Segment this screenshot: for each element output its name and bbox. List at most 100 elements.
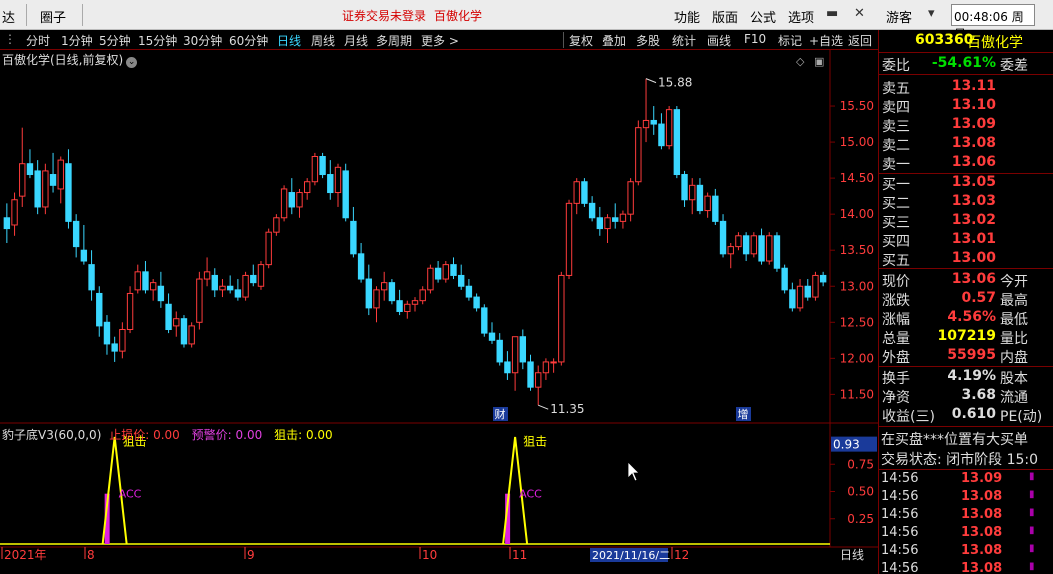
chevron-down-icon[interactable]: ⌄ [126, 57, 138, 68]
minimize-icon[interactable]: ▬ [826, 6, 838, 21]
candle[interactable] [781, 264, 788, 294]
candle[interactable] [42, 163, 49, 215]
candle[interactable] [342, 163, 349, 222]
diamond-icon[interactable]: ◇ [796, 55, 805, 68]
stock-name: 百傲化学 [967, 35, 1023, 51]
bid-level-row[interactable]: 买二 13.03 [879, 193, 1053, 212]
settings-icon[interactable]: ▣ [814, 55, 824, 68]
candle[interactable] [126, 286, 134, 334]
ask-level-row[interactable]: 卖四 13.10 [879, 97, 1053, 116]
candle[interactable] [188, 322, 195, 348]
back-button[interactable]: 返回 [848, 32, 872, 49]
indicator-name[interactable]: 豹子底V3(60,0,0) [2, 428, 101, 442]
candle-body [789, 289, 796, 309]
multi-stock-button[interactable]: 多股 [636, 32, 660, 49]
clock: 00:48:06 周日 [951, 4, 1035, 41]
candle[interactable] [319, 152, 326, 179]
tab-period-60min[interactable]: 60分钟 [229, 32, 268, 49]
candle[interactable] [558, 271, 565, 366]
big-order-message[interactable]: 在买盘***位置有大买单 [881, 429, 1053, 447]
candle[interactable] [766, 232, 773, 265]
candle[interactable] [311, 152, 319, 186]
candle[interactable] [427, 264, 434, 294]
stat-row: 涨幅 4.56% 最低 [879, 309, 1053, 328]
bid-level-row[interactable]: 买四 13.01 [879, 231, 1053, 250]
mark-button[interactable]: 标记 [778, 32, 802, 49]
menu-layout[interactable]: 版面 [712, 7, 738, 26]
divider [563, 32, 564, 48]
candle[interactable] [581, 178, 588, 207]
tab-period-30min[interactable]: 30分钟 [183, 32, 222, 49]
tab-period-weekly[interactable]: 周线 [311, 32, 335, 49]
candle-body [203, 271, 211, 280]
tab-period-daily[interactable]: 日线 [277, 32, 301, 49]
statistics-button[interactable]: 统计 [672, 32, 696, 49]
ask-level-row[interactable]: 卖二 13.08 [879, 135, 1053, 154]
user-label[interactable]: 游客 [886, 7, 912, 26]
candle[interactable] [812, 271, 819, 301]
candle[interactable] [773, 232, 781, 272]
adjust-button[interactable]: 复权 [569, 32, 593, 49]
tab-period-multi[interactable]: 多周期 [376, 32, 412, 49]
tab-period-timeshare[interactable]: 分时 [26, 32, 50, 49]
ask-level-row[interactable]: 卖五 13.11 [879, 78, 1053, 97]
bid-level-row[interactable]: 买三 13.02 [879, 212, 1053, 231]
bid-level-row[interactable]: 买五 13.00 [879, 250, 1053, 269]
candle-body [766, 235, 773, 262]
candle[interactable] [265, 228, 272, 269]
candle-body [696, 184, 704, 212]
candle-body [735, 235, 742, 248]
candle-body [311, 156, 319, 183]
bid-level-row[interactable]: 买一 13.05 [879, 174, 1053, 193]
ask-level-row[interactable]: 卖一 13.06 [879, 154, 1053, 173]
candle[interactable] [442, 261, 449, 283]
candle[interactable] [665, 106, 673, 150]
finance-label: 换手 [882, 371, 910, 387]
menu-formula[interactable]: 公式 [750, 7, 776, 26]
overlay-button[interactable]: 叠加 [602, 32, 626, 49]
menu-function[interactable]: 功能 [674, 7, 700, 26]
candle[interactable] [180, 315, 188, 348]
candle-body [211, 274, 218, 291]
f10-button[interactable]: F10 [744, 32, 766, 46]
candle[interactable] [565, 199, 573, 280]
ask-level-row[interactable]: 卖三 13.09 [879, 116, 1053, 135]
candle[interactable] [388, 279, 396, 305]
circle-menu[interactable]: 圈子 [40, 7, 66, 26]
divider [82, 4, 83, 26]
tab-period-15min[interactable]: 15分钟 [138, 32, 177, 49]
date-tick-label: 8 [87, 548, 95, 562]
tab-period-more[interactable]: 更多 > [421, 32, 459, 49]
candle[interactable] [273, 214, 280, 236]
kline-chart[interactable]: 15.50 15.00 14.50 14.00 13.50 13.00 12.50 12.00… [0, 50, 878, 574]
app-menu-fragment[interactable]: 达 [2, 7, 15, 26]
candle[interactable] [242, 271, 249, 301]
add-watchlist-button[interactable]: +自选 [809, 32, 843, 49]
candle[interactable] [673, 106, 681, 179]
candle[interactable] [196, 271, 203, 330]
tab-period-1min[interactable]: 1分钟 [61, 32, 93, 49]
broker-notice[interactable]: 证券交易未登录 [342, 7, 426, 24]
candle[interactable] [750, 232, 758, 258]
candle-body [581, 181, 588, 204]
tab-period-5min[interactable]: 5分钟 [99, 32, 131, 49]
event-badge[interactable]: 增 [736, 407, 751, 421]
draw-line-button[interactable]: 画线 [707, 32, 731, 49]
candle-body [573, 181, 580, 204]
tick-row: 14:56 13.08 ▮ [879, 489, 1053, 507]
event-badge[interactable]: 财 [493, 407, 508, 421]
candle[interactable] [257, 261, 265, 290]
close-icon[interactable]: ✕ [854, 6, 865, 21]
candle[interactable] [635, 120, 642, 186]
tab-period-monthly[interactable]: 月线 [344, 32, 368, 49]
candle[interactable] [481, 304, 488, 337]
candle-body [481, 307, 488, 334]
user-dropdown-icon[interactable]: ▾ [928, 6, 935, 21]
menu-options[interactable]: 选项 [788, 7, 814, 26]
divider [879, 268, 1053, 269]
high-price-label: 15.88 [658, 76, 692, 90]
candle-body [550, 361, 557, 364]
candle[interactable] [280, 185, 288, 222]
warn-value: 0.00 [235, 428, 263, 442]
period-label[interactable]: 日线 [840, 548, 864, 562]
